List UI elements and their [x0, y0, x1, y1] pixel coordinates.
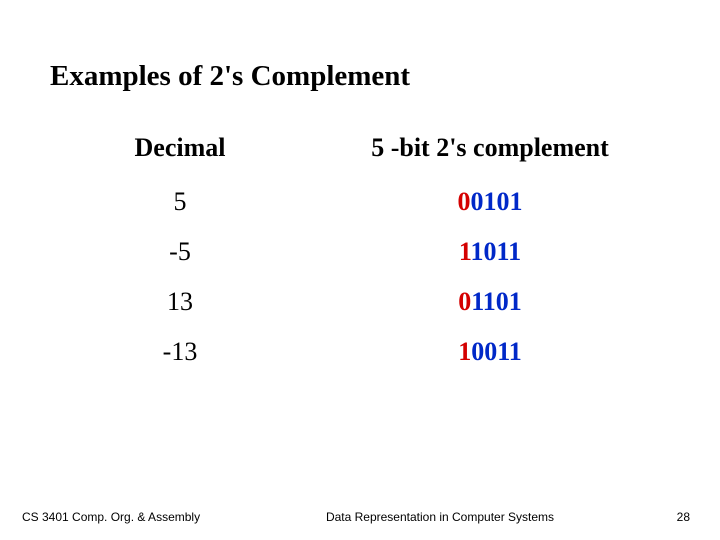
header-decimal: Decimal	[50, 133, 310, 163]
cell-binary: 01101	[310, 287, 670, 317]
footer-topic: Data Representation in Computer Systems	[240, 510, 640, 524]
footer-course: CS 3401 Comp. Org. & Assembly	[0, 510, 240, 524]
footer: CS 3401 Comp. Org. & Assembly Data Repre…	[0, 510, 720, 524]
sign-bit: 1	[459, 237, 471, 266]
cell-decimal: 5	[50, 187, 310, 217]
cell-binary: 11011	[310, 237, 670, 267]
cell-decimal: -13	[50, 337, 310, 367]
table-header-row: Decimal 5 -bit 2's complement	[50, 133, 670, 163]
table-row: -5 11011	[50, 237, 670, 267]
slide: Examples of 2's Complement Decimal 5 -bi…	[0, 0, 720, 540]
sign-bit: 0	[458, 187, 471, 216]
sign-bit: 0	[458, 287, 471, 316]
cell-binary: 10011	[310, 337, 670, 367]
footer-page: 28	[640, 510, 720, 524]
sign-bit: 1	[458, 337, 471, 366]
cell-binary: 00101	[310, 187, 670, 217]
table-row: 5 00101	[50, 187, 670, 217]
slide-title: Examples of 2's Complement	[50, 60, 670, 93]
value-bits: 0101	[471, 187, 523, 216]
header-binary: 5 -bit 2's complement	[310, 133, 670, 163]
value-bits: 1011	[471, 237, 522, 266]
cell-decimal: -5	[50, 237, 310, 267]
value-bits: 0011	[471, 337, 522, 366]
value-bits: 1101	[471, 287, 522, 316]
table-row: -13 10011	[50, 337, 670, 367]
table-row: 13 01101	[50, 287, 670, 317]
cell-decimal: 13	[50, 287, 310, 317]
table: Decimal 5 -bit 2's complement 5 00101 -5…	[50, 133, 670, 367]
